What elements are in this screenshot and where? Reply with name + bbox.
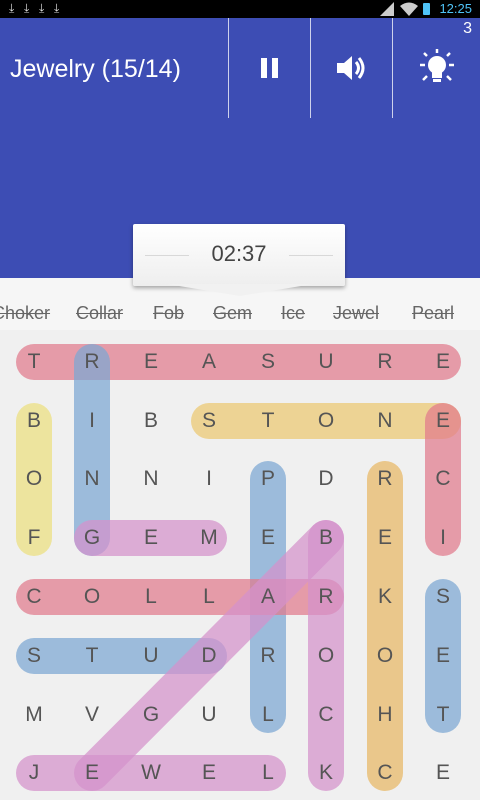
grid-letter[interactable]: E: [418, 401, 468, 441]
grid-letter[interactable]: E: [418, 753, 468, 793]
grid-letter[interactable]: O: [301, 401, 351, 441]
timer: 02:37: [211, 241, 267, 266]
grid-letter[interactable]: K: [301, 753, 351, 793]
grid-letter[interactable]: O: [67, 577, 117, 617]
grid-letter[interactable]: S: [418, 577, 468, 617]
grid-letter[interactable]: I: [67, 401, 117, 441]
grid-letter[interactable]: L: [243, 695, 293, 735]
grid-letter[interactable]: B: [301, 518, 351, 558]
grid-letter[interactable]: G: [67, 518, 117, 558]
word-grid[interactable]: TREASUREBIBSTONEONNIPDRCFGEMEBEICOLLARKS…: [0, 330, 480, 800]
grid-letter[interactable]: S: [243, 342, 293, 382]
grid-letter[interactable]: R: [360, 459, 410, 499]
grid-letter[interactable]: S: [9, 636, 59, 676]
lightbulb-icon: [419, 49, 454, 82]
grid-letter[interactable]: R: [301, 577, 351, 617]
grid-letter[interactable]: G: [126, 695, 176, 735]
grid-letter[interactable]: I: [418, 518, 468, 558]
grid-letter[interactable]: V: [67, 695, 117, 735]
grid-letter[interactable]: I: [184, 459, 234, 499]
battery-icon: [423, 3, 430, 15]
grid-letter[interactable]: U: [301, 342, 351, 382]
timer-notch: [167, 284, 313, 296]
signal-icon: [380, 2, 394, 16]
grid-letter[interactable]: U: [126, 636, 176, 676]
timer-card: 02:37: [133, 224, 345, 286]
grid-letter[interactable]: B: [9, 401, 59, 441]
grid-letter[interactable]: K: [360, 577, 410, 617]
grid-letter[interactable]: E: [418, 342, 468, 382]
grid-letter[interactable]: H: [360, 695, 410, 735]
grid-letter[interactable]: B: [126, 401, 176, 441]
download-icon: ⤓: [9, 1, 15, 15]
grid-letter[interactable]: R: [243, 636, 293, 676]
wifi-icon: [400, 2, 418, 16]
found-word: Ice: [281, 303, 306, 323]
puzzle-title: Jewelry (15/14): [10, 55, 181, 83]
grid-letter[interactable]: M: [9, 695, 59, 735]
grid-letter[interactable]: C: [418, 459, 468, 499]
pause-button[interactable]: [229, 18, 310, 118]
grid-letter[interactable]: L: [126, 577, 176, 617]
found-word: Collar: [76, 303, 124, 323]
grid-letter[interactable]: N: [126, 459, 176, 499]
grid-letter[interactable]: T: [67, 636, 117, 676]
grid-letter[interactable]: A: [184, 342, 234, 382]
grid-letter[interactable]: E: [184, 753, 234, 793]
found-word: Jewel: [333, 303, 380, 323]
grid-letter[interactable]: C: [9, 577, 59, 617]
grid-letter[interactable]: T: [243, 401, 293, 441]
grid-letter[interactable]: P: [243, 459, 293, 499]
grid-letter[interactable]: C: [301, 695, 351, 735]
download-icon: ⤓: [24, 1, 30, 15]
grid-letter[interactable]: D: [184, 636, 234, 676]
grid-letter[interactable]: W: [126, 753, 176, 793]
download-icon: ⤓: [39, 1, 45, 15]
grid-letter[interactable]: U: [184, 695, 234, 735]
grid-letter[interactable]: T: [418, 695, 468, 735]
grid-letter[interactable]: O: [360, 636, 410, 676]
grid-letter[interactable]: E: [360, 518, 410, 558]
grid-letter[interactable]: N: [360, 401, 410, 441]
grid-letter[interactable]: E: [126, 518, 176, 558]
found-word: Gem: [213, 303, 253, 323]
grid-letter[interactable]: O: [9, 459, 59, 499]
grid-letter[interactable]: A: [243, 577, 293, 617]
hint-count-badge: 3: [463, 20, 472, 37]
found-word: Pearl: [412, 303, 455, 323]
grid-letter[interactable]: L: [184, 577, 234, 617]
pause-icon: [260, 58, 278, 78]
grid-letter[interactable]: F: [9, 518, 59, 558]
grid-letter[interactable]: C: [360, 753, 410, 793]
grid-letter[interactable]: N: [67, 459, 117, 499]
download-icon: ⤓: [54, 1, 60, 15]
grid-letter[interactable]: L: [243, 753, 293, 793]
grid-letter[interactable]: J: [9, 753, 59, 793]
found-word: Choker: [0, 303, 51, 323]
grid-letter[interactable]: R: [360, 342, 410, 382]
sound-button[interactable]: [311, 18, 392, 118]
grid-letter[interactable]: R: [67, 342, 117, 382]
clock: 12:25: [439, 1, 472, 16]
grid-letter[interactable]: E: [243, 518, 293, 558]
grid-letter[interactable]: O: [301, 636, 351, 676]
grid-letter[interactable]: T: [9, 342, 59, 382]
speaker-icon: [336, 56, 364, 80]
grid-letter[interactable]: E: [67, 753, 117, 793]
grid-letter[interactable]: S: [184, 401, 234, 441]
grid-letter[interactable]: M: [184, 518, 234, 558]
grid-letter[interactable]: E: [418, 636, 468, 676]
status-bar: ⤓ ⤓ ⤓ ⤓ 12:25: [0, 0, 480, 18]
grid-letter[interactable]: D: [301, 459, 351, 499]
found-word: Fob: [153, 303, 185, 323]
grid-letter[interactable]: E: [126, 342, 176, 382]
